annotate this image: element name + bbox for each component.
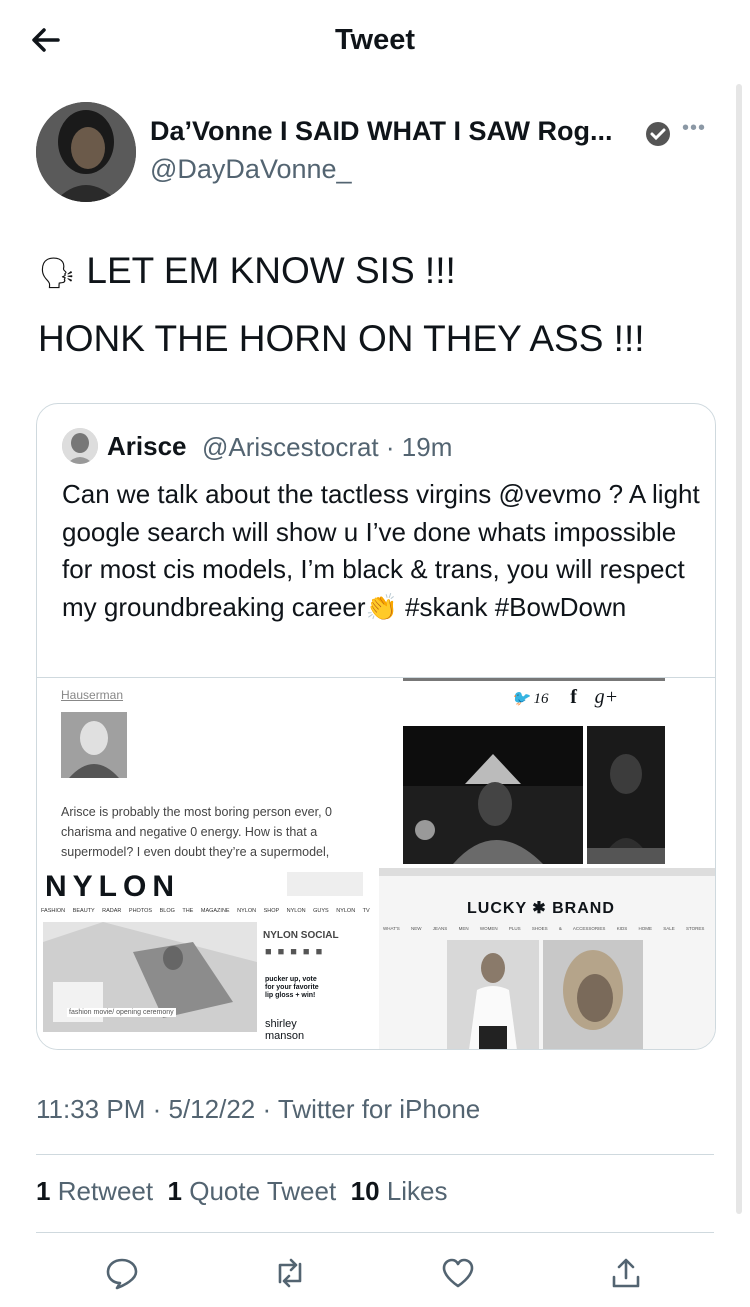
meta-sep-1: · [152, 1094, 162, 1124]
nav-magazine: THE MAGAZINE [182, 908, 230, 914]
clover-icon: ✱ [526, 900, 553, 917]
lucky-nav-women: WOMEN [479, 926, 498, 931]
nylon-subscribe-box [287, 872, 363, 896]
media-image-4[interactable]: LUCKY ✱ BRAND WHAT'S NEW JEANS MEN WOMEN… [379, 868, 715, 1049]
author-name[interactable]: Da’Vonne I SAID WHAT I SAW Rog... [150, 116, 613, 147]
lucky-word: LUCKY [467, 900, 527, 917]
nylon-social-icons: ■■■■■ [265, 946, 329, 958]
nav-tv: NYLON TV [336, 908, 370, 914]
speaking-head-emoji-icon: 🗣 [38, 257, 77, 290]
meta-separator: · [385, 432, 395, 462]
tweet-stats: 1 Retweet 1 Quote Tweet 10 Likes [36, 1176, 448, 1207]
image-2-g: g+ [594, 686, 619, 708]
tweet-text-line-1: 🗣 LET EM KNOW SIS !!! [38, 250, 456, 292]
lucky-nav-jeans: JEANS [432, 926, 448, 931]
tweet-meta: 11:33 PM · 5/12/22 · Twitter for iPhone [36, 1094, 480, 1125]
quoted-author-avatar [62, 428, 98, 464]
lucky-nav-home: HOME [638, 926, 652, 931]
page-title: Tweet [334, 24, 416, 56]
nylon-feature-caption: fashion movie/ opening ceremony [67, 1008, 176, 1017]
lucky-top-bar [379, 868, 715, 876]
image-2-share-row: 🐦 16 f g+ [511, 686, 618, 709]
image-1-photo [61, 712, 127, 778]
top-bar: Tweet [0, 0, 750, 84]
share-icon[interactable] [608, 1255, 644, 1291]
tweet-date: 5/12/22 [168, 1094, 256, 1124]
quotes-stat[interactable]: 1 Quote Tweet [168, 1176, 337, 1206]
nylon-nav: FASHION BEAUTY RADAR PHOTOS BLOG THE MAG… [41, 908, 371, 914]
lucky-nav-kids: KIDS [616, 926, 628, 931]
nav-radar: RADAR [102, 908, 122, 914]
verified-badge-icon [644, 120, 672, 148]
nav-beauty: BEAUTY [72, 908, 95, 914]
nav-blog: BLOG [159, 908, 175, 914]
image-1-link: Hauserman [61, 688, 124, 702]
nylon-social-label: NYLON SOCIAL [263, 930, 339, 941]
media-image-1[interactable]: Hauserman Arisce is probably the most bo… [37, 678, 377, 864]
image-2-photo-side [587, 726, 665, 864]
quoted-tweet-card[interactable]: Arisce @Ariscestocrat · 19m Can we talk … [36, 403, 716, 1050]
image-1-caption: Arisce is probably the most boring perso… [61, 805, 332, 859]
tweet-line-2: HONK THE HORN ON THEY ASS !!! [38, 318, 645, 359]
retweet-icon[interactable] [272, 1255, 308, 1291]
tweet-time: 11:33 PM [36, 1094, 146, 1124]
meta-sep-2: · [262, 1094, 272, 1124]
nav-shop: NYLON SHOP [237, 908, 280, 914]
lucky-nav-sale: SALE [663, 926, 675, 931]
scrollbar[interactable] [736, 84, 742, 1214]
nylon-promo: pucker up, vote for your favorite lip gl… [265, 976, 319, 999]
retweets-stat[interactable]: 1 Retweet [36, 1176, 153, 1206]
lucky-nav-stores: STORES [686, 926, 705, 931]
media-grid[interactable]: Hauserman Arisce is probably the most bo… [37, 677, 715, 1049]
tweet-line-1: LET EM KNOW SIS !!! [86, 250, 456, 291]
lucky-nav-shoes: SHOES & ACCESSORIES [531, 926, 606, 931]
more-icon[interactable]: ••• [682, 117, 706, 140]
lucky-brand-logo: LUCKY ✱ BRAND [467, 898, 615, 918]
likes-label: Likes [386, 1176, 448, 1206]
lucky-nav-men: MEN [458, 926, 469, 931]
quoted-time: 19m [401, 432, 453, 462]
media-image-2[interactable]: 🐦 16 f g+ [403, 678, 715, 864]
bird-icon: 🐦 [511, 691, 530, 707]
divider-2 [36, 1232, 714, 1233]
media-image-3[interactable]: NYLON FASHION BEAUTY RADAR PHOTOS BLOG T… [37, 868, 373, 1049]
quoted-tweet-text: Can we talk about the tactless virgins @… [62, 479, 700, 622]
retweets-count: 1 [36, 1176, 51, 1206]
lucky-nav-new: WHAT'S NEW [383, 926, 422, 931]
author-handle[interactable]: @DayDaVonne_ [150, 154, 352, 185]
quoted-author-handle: @Ariscestocrat [202, 432, 379, 462]
reply-icon[interactable] [104, 1255, 140, 1291]
lucky-nav-plus: PLUS [508, 926, 521, 931]
nav-fashion: FASHION [41, 908, 66, 914]
brand-word: BRAND [552, 900, 615, 917]
image-2-f: f [570, 686, 577, 708]
divider-1 [36, 1154, 714, 1155]
quotes-label: Quote Tweet [189, 1176, 337, 1206]
author-avatar[interactable] [36, 102, 136, 202]
retweets-label: Retweet [57, 1176, 154, 1206]
nylon-logo: NYLON [45, 870, 180, 903]
lucky-photo-2 [543, 940, 643, 1049]
quoted-author-meta: @Ariscestocrat · 19m [202, 432, 452, 463]
nav-photos: PHOTOS [128, 908, 153, 914]
nav-guys: NYLON GUYS [286, 908, 329, 914]
image-2-count: 16 [533, 691, 549, 707]
tweet-source[interactable]: Twitter for iPhone [278, 1094, 480, 1124]
lucky-nav: WHAT'S NEW JEANS MEN WOMEN PLUS SHOES & … [383, 926, 711, 931]
lucky-photo-1 [447, 940, 539, 1049]
quoted-author-name: Arisce [107, 431, 187, 461]
like-icon[interactable] [440, 1255, 476, 1291]
likes-count: 10 [350, 1176, 380, 1206]
image-2-photo-main [403, 726, 583, 864]
likes-stat[interactable]: 10 Likes [351, 1176, 448, 1206]
quotes-count: 1 [167, 1176, 183, 1206]
nylon-shirley: shirley manson [265, 1018, 305, 1042]
image-2-topline [403, 678, 665, 681]
